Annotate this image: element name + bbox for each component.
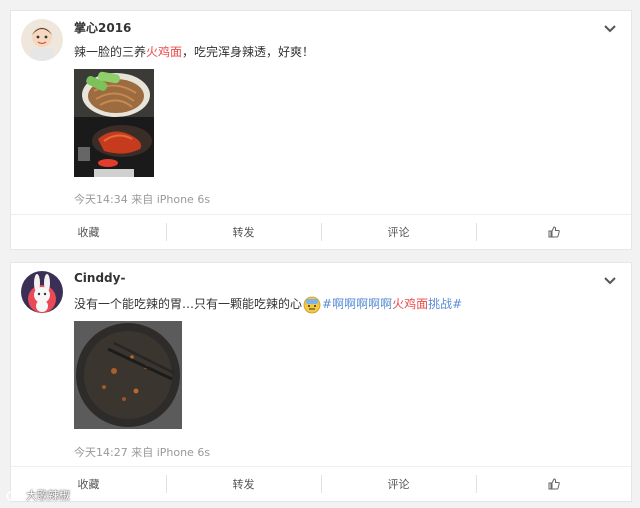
post-text-part: 没有一个能吃辣的胃…只有一颗能吃辣的心 [74, 297, 303, 311]
comment-label: 评论 [387, 478, 410, 491]
chevron-down-icon[interactable] [603, 19, 617, 33]
favorite-label: 收藏 [77, 226, 100, 239]
post-card: Cinddy- 没有一个能吃辣的胃…只有一颗能吃辣的心 #啊啊啊啊啊火鸡面挑战# … [10, 262, 632, 502]
action-bar: 收藏 转发 评论 [11, 214, 631, 249]
repost-label: 转发 [232, 226, 255, 239]
sweat-emoji-icon [303, 296, 321, 314]
like-icon [548, 478, 560, 490]
post-image[interactable] [74, 69, 154, 117]
post-text-part: ，吃完浑身辣透，好爽！ [182, 45, 315, 59]
comment-label: 评论 [387, 226, 410, 239]
hashtag-keyword: 火鸡面 [392, 297, 429, 311]
username[interactable]: 掌心2016 [74, 19, 131, 36]
post-image[interactable] [74, 321, 182, 429]
weibo-logo-icon [6, 489, 22, 501]
repost-button[interactable]: 转发 [166, 467, 321, 501]
like-button[interactable] [476, 467, 631, 501]
comment-button[interactable]: 评论 [321, 467, 476, 501]
watermark: 大歌辣椒 [6, 487, 70, 503]
post-meta: 今天14:27 来自 iPhone 6s [74, 446, 211, 459]
post-text: 没有一个能吃辣的胃…只有一颗能吃辣的心 #啊啊啊啊啊火鸡面挑战# [74, 295, 462, 314]
hashtag-part: 挑战# [428, 297, 463, 311]
favorite-label: 收藏 [77, 478, 100, 491]
like-button[interactable] [476, 215, 631, 249]
hashtag-link[interactable]: #啊啊啊啊啊火鸡面挑战# [322, 297, 462, 311]
repost-label: 转发 [232, 478, 255, 491]
watermark-text: 大歌辣椒 [26, 489, 70, 502]
post-meta: 今天14:34 来自 iPhone 6s [74, 193, 211, 206]
post-text-part: 辣一脸的三养 [74, 45, 147, 59]
repost-button[interactable]: 转发 [166, 215, 321, 249]
chevron-down-icon[interactable] [603, 271, 617, 285]
post-card: 掌心2016 辣一脸的三养火鸡面，吃完浑身辣透，好爽！ 今天14:34 来自 i… [10, 10, 632, 250]
user-avatar[interactable] [21, 19, 63, 61]
post-image[interactable] [74, 117, 154, 177]
keyword-link[interactable]: 火鸡面 [146, 45, 182, 59]
like-icon [548, 226, 560, 238]
comment-button[interactable]: 评论 [321, 215, 476, 249]
hashtag-part: #啊啊啊啊啊 [322, 297, 393, 311]
user-avatar[interactable] [21, 271, 63, 313]
username[interactable]: Cinddy- [74, 271, 125, 285]
favorite-button[interactable]: 收藏 [11, 215, 166, 249]
post-text: 辣一脸的三养火鸡面，吃完浑身辣透，好爽！ [74, 43, 314, 60]
action-bar: 收藏 转发 评论 [11, 466, 631, 501]
